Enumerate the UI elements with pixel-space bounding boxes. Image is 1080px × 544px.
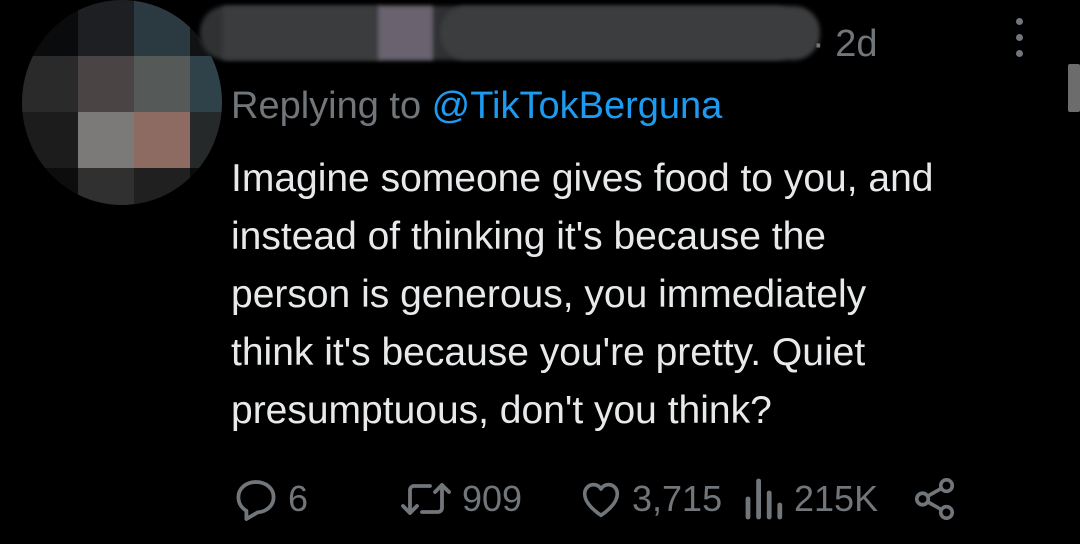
more-options-button[interactable] xyxy=(1008,18,1032,62)
more-options-icon-dot xyxy=(1016,50,1023,57)
views-count: 215K xyxy=(794,478,879,519)
tweet-text-line: Imagine someone gives food to you, and xyxy=(231,157,934,200)
like-button[interactable]: 3,715 xyxy=(578,474,722,524)
reply-button[interactable]: 6 xyxy=(232,474,308,524)
tweet-text: Imagine someone gives food to you, and i… xyxy=(231,150,1051,440)
more-options-icon-dot xyxy=(1016,34,1023,41)
more-options-icon xyxy=(1016,18,1023,25)
tweet-text-line: instead of thinking it's because the xyxy=(231,215,826,258)
tweet-text-line: presumptuous, don't you think? xyxy=(231,389,772,432)
tweet-text-line: think it's because you're pretty. Quiet xyxy=(231,331,866,374)
retweet-icon xyxy=(401,483,451,515)
reply-icon xyxy=(236,480,276,521)
like-icon xyxy=(582,482,620,518)
timestamp[interactable]: · 2d xyxy=(812,22,877,66)
retweet-button[interactable]: 909 xyxy=(398,474,522,524)
tweet: · 2d Replying to @TikTokBerguna Imagine … xyxy=(0,0,1080,544)
redacted-handle xyxy=(440,6,820,60)
views-button[interactable]: 215K xyxy=(742,474,878,524)
reply-count: 6 xyxy=(288,478,309,519)
redacted-name-block xyxy=(378,6,433,60)
tweet-text-line: person is generous, you immediately xyxy=(231,273,867,316)
share-icon xyxy=(914,478,955,520)
retweet-count: 909 xyxy=(462,478,523,519)
replying-to: Replying to @TikTokBerguna xyxy=(231,84,722,128)
mention-link[interactable]: @TikTokBerguna xyxy=(432,85,723,127)
replying-prefix: Replying to xyxy=(231,85,432,127)
share-button[interactable] xyxy=(912,474,958,524)
redacted-display-name xyxy=(222,6,382,60)
views-icon xyxy=(745,478,783,520)
scrollbar[interactable] xyxy=(1068,64,1080,112)
like-count: 3,715 xyxy=(632,478,723,519)
avatar[interactable] xyxy=(22,0,222,205)
